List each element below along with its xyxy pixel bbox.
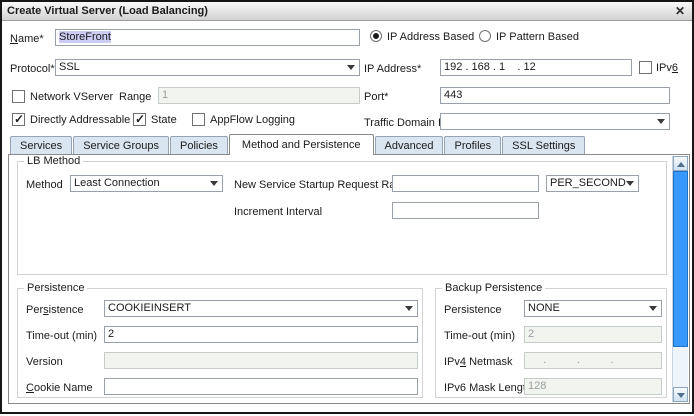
increment-interval-input[interactable] [392,202,539,219]
dialog-title: Create Virtual Server (Load Balancing) [7,2,208,21]
ip-address-based-label: IP Address Based [387,31,474,43]
network-vserver-label: Network VServer [30,91,113,103]
triangle-up-icon [677,162,685,167]
ipv6-checkbox[interactable] [639,61,652,74]
timeout-input[interactable]: 2 [104,326,418,343]
tab-policies[interactable]: Policies [170,136,228,154]
lb-method-group-label: LB Method [24,155,83,167]
cookie-name-input[interactable] [104,378,418,395]
ip-address-based-radio[interactable] [370,30,382,42]
chevron-down-icon [405,306,413,311]
rate-unit-dropdown[interactable]: PER_SECOND [546,175,639,192]
appflow-logging-checkbox[interactable] [192,113,205,126]
ipv6-label: IPv6 [656,62,678,74]
tab-services[interactable]: Services [10,136,72,154]
range-label: Range [119,91,151,103]
tab-service-groups[interactable]: Service Groups [73,136,169,154]
state-checkbox[interactable] [133,113,146,126]
network-vserver-checkbox[interactable] [12,90,25,103]
protocol-label: Protocol* [10,63,55,75]
traffic-domain-id-label: Traffic Domain ID [364,117,449,129]
method-dropdown[interactable]: Least Connection [70,175,223,192]
ipv6-mask-length-label: IPv6 Mask Length [444,382,532,394]
chevron-down-icon [347,65,355,70]
chevron-down-icon [626,181,634,186]
ip-address-input[interactable]: 192 . 168 . 1 . 12 [440,59,632,76]
tab-profiles[interactable]: Profiles [444,136,501,154]
triangle-down-icon [677,393,685,398]
state-label: State [151,114,177,126]
tab-content-panel: LB Method Method Least Connection New Se… [8,154,690,404]
close-icon[interactable]: ✕ [675,2,685,21]
tab-method-and-persistence[interactable]: Method and Persistence [229,134,374,155]
scroll-up-icon[interactable] [673,156,688,171]
port-input[interactable]: 443 [440,87,670,104]
backup-persistence-group-label: Backup Persistence [442,282,545,294]
name-label: Name* [10,33,44,45]
ip-pattern-based-radio[interactable] [479,30,491,42]
port-label: Port* [364,91,388,103]
traffic-domain-id-dropdown[interactable] [440,113,670,130]
directly-addressable-label: Directly Addressable [30,114,130,126]
appflow-logging-label: AppFlow Logging [210,114,295,126]
lb-method-group: LB Method Method Least Connection New Se… [17,161,667,275]
tab-advanced[interactable]: Advanced [375,136,444,154]
backup-timeout-input: 2 [524,326,662,343]
chevron-down-icon [657,119,665,124]
scroll-down-icon[interactable] [673,387,688,402]
tab-ssl-settings[interactable]: SSL Settings [502,136,585,154]
titlebar: Create Virtual Server (Load Balancing) ✕ [2,2,692,21]
ipv4-netmask-input: . . . [524,352,662,369]
version-label: Version [26,356,63,368]
name-value: StoreFront [59,31,111,43]
tab-strip: Services Service Groups Policies Method … [10,133,586,154]
ipv6-mask-length-input: 128 [524,378,662,395]
create-virtual-server-dialog: Create Virtual Server (Load Balancing) ✕… [0,0,694,414]
backup-persistence-group: Backup Persistence Persistence NONE Time… [435,288,667,398]
persistence-dropdown[interactable]: COOKIEINSERT [104,300,418,317]
name-input[interactable]: StoreFront [55,29,360,46]
vertical-scrollbar[interactable] [672,156,688,402]
directly-addressable-checkbox[interactable] [12,113,25,126]
ip-address-label: IP Address* [364,63,421,75]
range-input: 1 [158,87,360,104]
chevron-down-icon [210,181,218,186]
method-label: Method [26,179,63,191]
persistence-group-label: Persistence [24,282,87,294]
backup-persistence-dropdown[interactable]: NONE [524,300,662,317]
ip-pattern-based-label: IP Pattern Based [496,31,579,43]
version-input [104,352,418,369]
increment-interval-label: Increment Interval [234,206,322,218]
new-service-startup-request-rate-input[interactable] [392,175,539,192]
backup-persistence-label: Persistence [444,304,501,316]
timeout-label: Time-out (min) [26,330,97,342]
persistence-label: Persistence [26,304,83,316]
ipv4-netmask-label: IPv4 Netmask [444,356,513,368]
cookie-name-label: Cookie Name [26,382,93,394]
protocol-dropdown[interactable]: SSL [55,59,360,76]
backup-timeout-label: Time-out (min) [444,330,515,342]
new-service-startup-request-rate-label: New Service Startup Request Rate [234,179,405,191]
persistence-group: Persistence Persistence COOKIEINSERT Tim… [17,288,423,398]
chevron-down-icon [649,306,657,311]
scrollbar-thumb[interactable] [673,171,688,347]
